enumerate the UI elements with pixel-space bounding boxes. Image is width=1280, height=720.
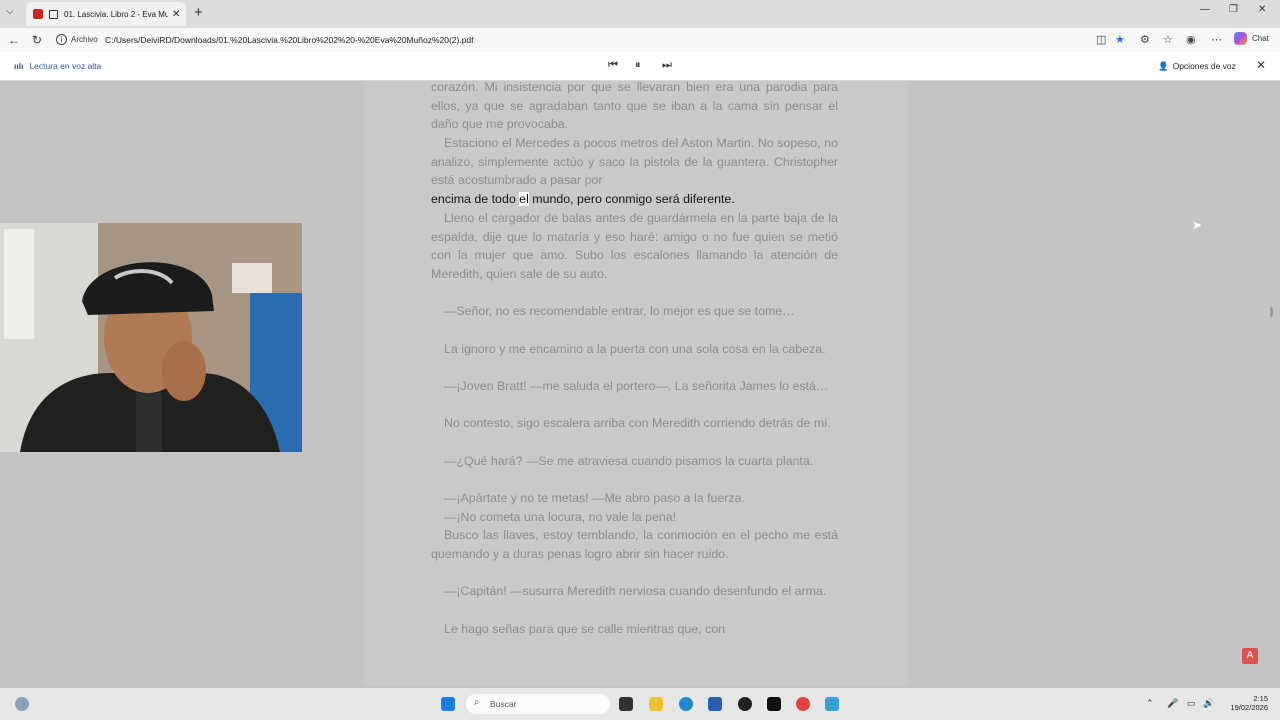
voice-options-button[interactable]: 👤 Opciones de voz xyxy=(1158,61,1236,72)
tray-chevron-icon[interactable]: ⌃ xyxy=(1146,698,1154,709)
paragraph: —¿Qué hará? —Se me atraviesa cuando pisa… xyxy=(444,454,814,468)
edge-icon[interactable] xyxy=(679,697,693,711)
pause-icon[interactable]: ⏸ xyxy=(635,59,641,72)
paragraph: —¡Apártate y no te metas! —Me abro paso … xyxy=(444,491,745,505)
paragraph: corazón. Mi insistencia por que se lleva… xyxy=(431,80,838,132)
new-tab-plus-icon[interactable]: + xyxy=(194,4,203,21)
paragraph: —¡Capitán! —susurra Meredith nerviosa cu… xyxy=(444,584,827,598)
tab-active[interactable]: 01. Lascivia. Libro 2 - Eva Muñ ✕ xyxy=(26,2,186,26)
minimize-icon[interactable]: — xyxy=(1200,4,1210,15)
more-menu-icon[interactable]: ⋯ xyxy=(1211,33,1222,46)
copilot-chat-button[interactable]: Chat xyxy=(1234,32,1269,45)
paragraph: —¡Joven Bratt! —me saluda el portero—. L… xyxy=(444,379,829,393)
webcam-overlay xyxy=(0,223,302,452)
clock-time: 2:15 xyxy=(1253,694,1268,703)
favorites-icon[interactable]: ☆ xyxy=(1163,33,1173,46)
chrome-icon[interactable] xyxy=(796,697,810,711)
display-icon[interactable]: ▭ xyxy=(1187,698,1196,709)
audio-wave-icon: ıılı xyxy=(14,61,24,71)
search-icon: ⌕ xyxy=(474,697,480,708)
speaker-icon[interactable] xyxy=(49,9,58,19)
tab-actions-chevron-icon[interactable]: ⌵ xyxy=(6,6,14,17)
info-icon[interactable]: i xyxy=(56,34,67,45)
url-field[interactable]: C:/Users/DeiviRD/Downloads/01.%20Lascivi… xyxy=(105,35,474,45)
address-source-label: Archivo xyxy=(71,35,98,44)
task-view-icon[interactable] xyxy=(619,697,633,711)
store-icon[interactable] xyxy=(708,697,722,711)
refresh-icon[interactable]: ↻ xyxy=(32,33,42,47)
next-paragraph-icon[interactable]: ⏭ xyxy=(662,59,672,72)
voice-person-icon: 👤 xyxy=(1158,61,1169,71)
address-bar: ← ↻ i Archivo C:/Users/DeiviRD/Downloads… xyxy=(0,28,1280,52)
current-word-highlight: el xyxy=(519,192,529,206)
taskbar-search[interactable]: ⌕ Buscar xyxy=(466,694,610,714)
restore-icon[interactable]: ❐ xyxy=(1229,4,1238,15)
copilot-icon xyxy=(1234,32,1247,45)
windows-start-icon[interactable] xyxy=(441,697,455,711)
acrobat-icon[interactable]: A xyxy=(1242,648,1258,664)
read-aloud-label: ıılı Lectura en voz alta xyxy=(14,61,102,71)
previous-paragraph-icon[interactable]: ⏮ xyxy=(608,59,618,72)
app-window-icon[interactable] xyxy=(825,697,839,711)
capcut-icon[interactable] xyxy=(767,697,781,711)
clock[interactable]: 2:15 19/02/2026 xyxy=(1224,694,1268,712)
tab-title: 01. Lascivia. Libro 2 - Eva Muñ xyxy=(64,9,168,19)
widgets-icon[interactable] xyxy=(15,697,29,711)
extensions-icon[interactable]: ⚙ xyxy=(1140,33,1150,46)
read-aloud-bar: ıılı Lectura en voz alta ⏮ ⏸ ⏭ 👤 Opciones … xyxy=(0,52,1280,81)
active-read-line: encima de todo el mundo, pero conmigo se… xyxy=(431,192,735,206)
paragraph: Busco las llaves, estoy temblando, la co… xyxy=(431,528,838,561)
read-aloud-close-icon[interactable]: ✕ xyxy=(1256,58,1266,72)
paragraph: Estaciono el Mercedes a pocos metros del… xyxy=(431,136,838,188)
paragraph: No contesto, sigo escalera arriba con Me… xyxy=(444,416,832,430)
mouse-cursor-icon: ➤ xyxy=(1192,218,1203,232)
paragraph: —Señor, no es recomendable entrar, lo me… xyxy=(444,304,795,318)
chat-label: Chat xyxy=(1252,34,1269,43)
microphone-icon[interactable]: 🎤 xyxy=(1167,698,1178,709)
pdf-file-icon xyxy=(33,9,43,19)
scrollbar-thumb[interactable] xyxy=(1270,307,1273,317)
profile-avatar-icon[interactable]: ◉ xyxy=(1186,33,1196,46)
app-icon[interactable] xyxy=(738,697,752,711)
webcam-person-image xyxy=(0,223,302,452)
tab-bar: ⌵ 01. Lascivia. Libro 2 - Eva Muñ ✕ + — … xyxy=(0,0,1280,28)
paragraph: —¡No cometa una locura, no vale la pena! xyxy=(444,510,677,524)
paragraph: Le hago señas para que se calle mientras… xyxy=(444,622,726,636)
window-close-icon[interactable]: ✕ xyxy=(1258,4,1266,15)
taskbar: ⌕ Buscar ⌃ 🎤 ▭ 🔊 2:15 19/02/2026 xyxy=(0,688,1280,720)
paragraph: La ignoro y me encamino a la puerta con … xyxy=(444,342,826,356)
search-placeholder: Buscar xyxy=(490,699,517,709)
clock-date: 19/02/2026 xyxy=(1230,703,1268,712)
read-mode-icon[interactable]: ◫ xyxy=(1096,33,1106,46)
back-arrow-icon[interactable]: ← xyxy=(8,33,20,47)
tab-close-icon[interactable]: ✕ xyxy=(172,9,180,20)
paragraph: Lleno el cargador de balas antes de guar… xyxy=(431,211,838,282)
volume-icon[interactable]: 🔊 xyxy=(1203,698,1214,709)
file-explorer-icon[interactable] xyxy=(649,697,663,711)
favorite-star-icon[interactable]: ★ xyxy=(1115,33,1125,46)
